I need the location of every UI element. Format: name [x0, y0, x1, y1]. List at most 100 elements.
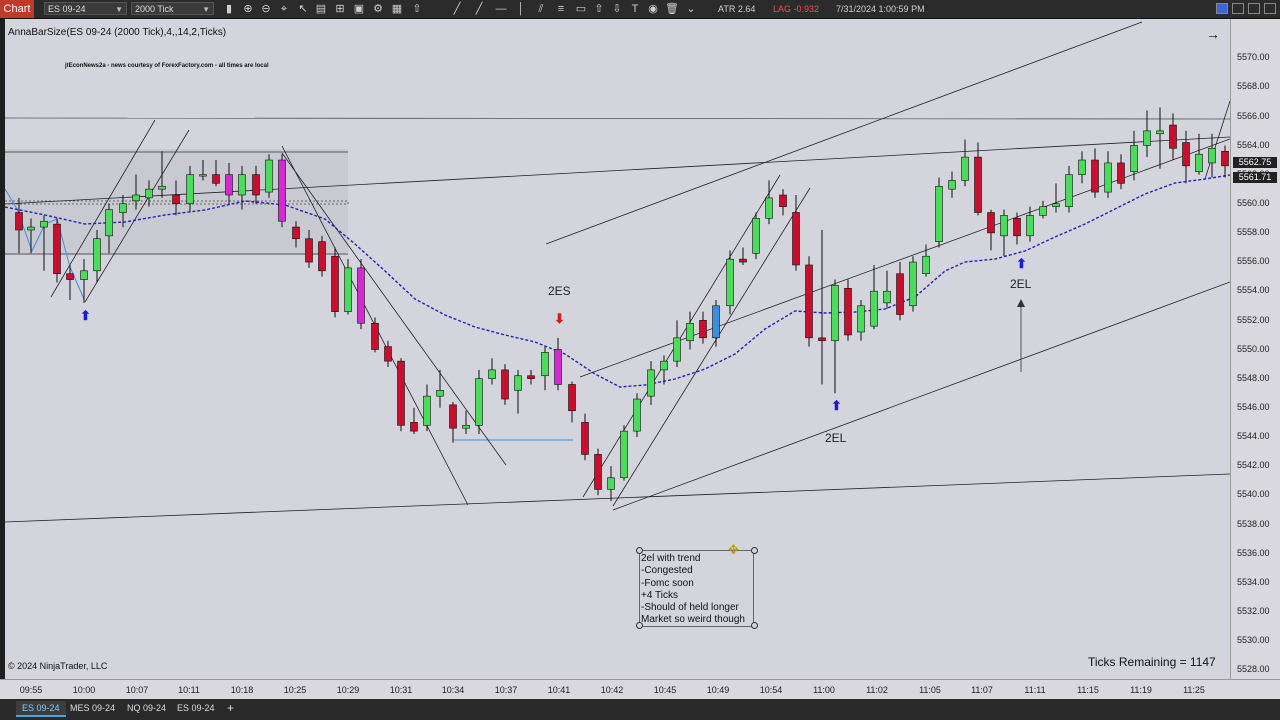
- zoom-in-icon[interactable]: ⊕: [241, 2, 255, 16]
- candle-body: [673, 337, 681, 362]
- horizontal-line: [5, 117, 1230, 120]
- candle-body: [212, 174, 220, 184]
- tab-nq-0924[interactable]: NQ 09-24: [121, 701, 172, 715]
- candle-body: [541, 352, 549, 377]
- candle-body: [779, 194, 787, 207]
- channel-tool-icon[interactable]: ⫽: [534, 2, 548, 16]
- candle-body: [344, 267, 352, 312]
- candle-body: [726, 258, 734, 307]
- candle-body: [318, 241, 326, 272]
- eye-icon[interactable]: ◉: [646, 2, 660, 16]
- lag-text: LAG -0.932: [773, 4, 820, 14]
- arrow-up-tool-icon[interactable]: ⇧: [592, 2, 606, 16]
- trade-note-box[interactable]: 2el with trend -Congested -Fomc soon +4 …: [639, 550, 754, 627]
- arrow-down-tool-icon[interactable]: ⇩: [610, 2, 624, 16]
- candle-body: [199, 174, 207, 177]
- indicators-icon[interactable]: ⊞: [333, 2, 347, 16]
- candle-body: [974, 156, 982, 213]
- data-box-icon[interactable]: ▤: [314, 2, 328, 16]
- candle-body: [844, 287, 852, 336]
- time-tick: 11:05: [919, 685, 941, 695]
- price-tick: 5546.00: [1237, 402, 1270, 412]
- indicator-label: AnnaBarSize(ES 09-24 (2000 Tick),4,,14,2…: [8, 27, 227, 38]
- candle-body: [948, 180, 956, 190]
- interval-select[interactable]: 2000 Tick ▼: [131, 2, 214, 15]
- trash-icon[interactable]: 🗑: [665, 2, 679, 16]
- ray-tool-icon[interactable]: ╱: [472, 2, 486, 16]
- price-tick: 5530.00: [1237, 635, 1270, 645]
- line-tool-icon[interactable]: ╱: [450, 2, 464, 16]
- link-window-icon[interactable]: [1216, 3, 1228, 14]
- note-resize-handle[interactable]: [751, 547, 758, 554]
- text-tool-icon[interactable]: T: [628, 2, 642, 16]
- price-axis[interactable]: 5570.00 5568.00 5566.00 5564.00 5562.00 …: [1230, 19, 1280, 679]
- tab-es-0924[interactable]: ES 09-24: [16, 701, 66, 717]
- chart-menu-button[interactable]: Chart: [0, 0, 34, 18]
- chart-panel[interactable]: AnnaBarSize(ES 09-24 (2000 Tick),4,,14,2…: [5, 19, 1230, 679]
- lag-readout: LAG -0.932: [773, 0, 819, 18]
- minimize-icon[interactable]: [1232, 3, 1244, 14]
- candle-body: [278, 159, 286, 222]
- zoom-out-icon[interactable]: ⊖: [259, 2, 273, 16]
- crosshair-icon[interactable]: ⌖: [277, 2, 291, 16]
- vertical-line-icon[interactable]: │: [514, 2, 528, 16]
- properties-icon[interactable]: ⚙: [371, 2, 385, 16]
- bars-icon[interactable]: ▮: [222, 2, 236, 16]
- chevron-down-icon: ▼: [202, 5, 210, 14]
- price-chart-canvas[interactable]: [5, 19, 1230, 679]
- time-tick: 10:31: [389, 685, 413, 695]
- marker-arrowhead: [1017, 299, 1025, 307]
- datetime-readout: 7/31/2024 1:00:59 PM: [836, 4, 925, 14]
- time-tick: 10:00: [72, 685, 96, 695]
- time-tick: 10:25: [283, 685, 307, 695]
- time-axis[interactable]: 09:55 10:00 10:07 10:11 10:18 10:25 10:2…: [0, 679, 1280, 699]
- price-tick: 5564.00: [1237, 140, 1270, 150]
- candle-body: [870, 290, 878, 327]
- strategies-icon[interactable]: ▣: [352, 2, 366, 16]
- tab-mes-0924[interactable]: MES 09-24: [64, 701, 121, 715]
- candle-body: [397, 360, 405, 426]
- price-tick: 5534.00: [1237, 577, 1270, 587]
- price-tick: 5558.00: [1237, 227, 1270, 237]
- price-tick: 5544.00: [1237, 431, 1270, 441]
- time-tick: 10:18: [230, 685, 254, 695]
- candle-body: [554, 349, 562, 385]
- rectangle-tool-icon[interactable]: ▭: [574, 2, 588, 16]
- maximize-icon[interactable]: [1248, 3, 1260, 14]
- fibonacci-tool-icon[interactable]: ≡: [554, 2, 568, 16]
- time-tick: 10:42: [600, 685, 624, 695]
- note-resize-handle[interactable]: [636, 622, 643, 629]
- candle-body: [1013, 218, 1021, 237]
- candle-body: [292, 226, 300, 240]
- price-tick: 5552.00: [1237, 315, 1270, 325]
- candle-body: [581, 422, 589, 455]
- share-icon[interactable]: ⇧: [410, 2, 424, 16]
- chevron-down-icon[interactable]: ⌄: [684, 2, 698, 16]
- buy-signal-arrow-icon: ⬆: [831, 398, 842, 413]
- add-tab-button[interactable]: +: [221, 701, 240, 715]
- price-tick: 5536.00: [1237, 548, 1270, 558]
- candle-body: [15, 212, 23, 231]
- pointer-icon[interactable]: ↖: [296, 2, 310, 16]
- candle-body: [1091, 159, 1099, 193]
- instrument-select[interactable]: ES 09-24 ▼: [44, 2, 127, 15]
- price-tick: 5560.00: [1237, 198, 1270, 208]
- horizontal-line-icon[interactable]: —: [494, 2, 508, 16]
- note-resize-handle[interactable]: [636, 547, 643, 554]
- instrument-value: ES 09-24: [48, 4, 86, 14]
- price-tick: 5570.00: [1237, 52, 1270, 62]
- candle-body: [158, 185, 166, 190]
- tab-es-0924-b[interactable]: ES 09-24: [171, 701, 221, 715]
- price-tick: 5548.00: [1237, 373, 1270, 383]
- scroll-right-icon[interactable]: →: [1206, 26, 1220, 42]
- trend-line: [545, 21, 1143, 245]
- candle-body: [857, 305, 865, 333]
- templates-icon[interactable]: ▦: [390, 2, 404, 16]
- signal-label-2el-mid: 2EL: [825, 431, 847, 445]
- price-tick: 5550.00: [1237, 344, 1270, 354]
- close-icon[interactable]: [1264, 3, 1276, 14]
- note-resize-handle[interactable]: [751, 622, 758, 629]
- time-tick: 11:25: [1183, 685, 1205, 695]
- candle-body: [1078, 159, 1086, 175]
- candle-body: [660, 360, 668, 371]
